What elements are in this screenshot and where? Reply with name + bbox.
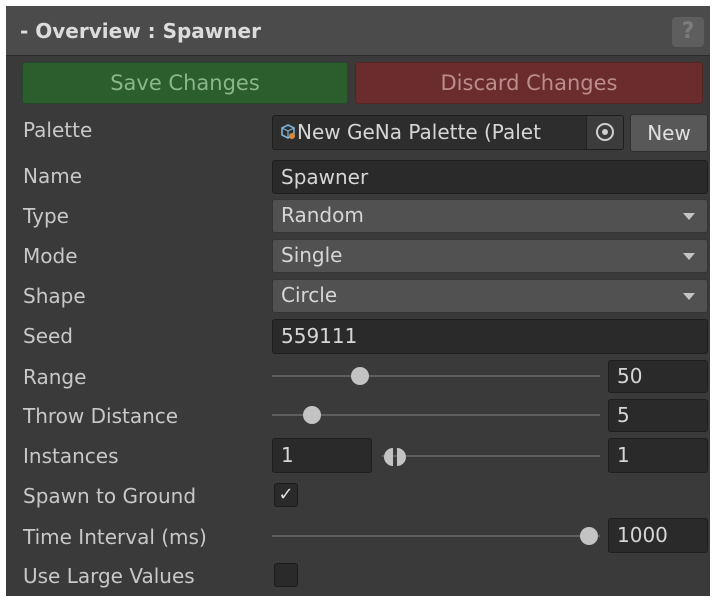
time-interval-slider-handle[interactable] bbox=[580, 527, 598, 545]
dropdown-arrow-icon bbox=[683, 293, 695, 300]
spawn-to-ground-checkbox[interactable]: ✓ bbox=[274, 483, 298, 507]
instances-min-input[interactable]: 1 bbox=[272, 438, 372, 473]
instances-label: Instances bbox=[23, 444, 119, 468]
mode-label: Mode bbox=[23, 244, 78, 268]
dropdown-arrow-icon bbox=[683, 213, 695, 220]
use-large-values-label: Use Large Values bbox=[23, 564, 195, 588]
discard-changes-button[interactable]: Discard Changes bbox=[355, 62, 703, 104]
minmax-slider-handle-icon[interactable] bbox=[382, 447, 408, 467]
use-large-values-checkbox[interactable] bbox=[274, 563, 298, 587]
range-input[interactable]: 50 bbox=[608, 360, 708, 393]
new-palette-button[interactable]: New bbox=[630, 114, 708, 152]
spawn-to-ground-label: Spawn to Ground bbox=[23, 484, 197, 508]
palette-value: New GeNa Palette (Palet bbox=[297, 120, 541, 144]
seed-label: Seed bbox=[23, 324, 73, 348]
range-label: Range bbox=[23, 365, 87, 389]
save-changes-button[interactable]: Save Changes bbox=[22, 62, 348, 104]
mode-dropdown[interactable]: Single bbox=[272, 239, 708, 273]
range-slider-handle[interactable] bbox=[351, 367, 369, 385]
type-label: Type bbox=[23, 204, 69, 228]
mode-value: Single bbox=[281, 243, 343, 267]
type-value: Random bbox=[281, 203, 364, 227]
spawner-overview-panel: - Overview : Spawner ? Save Changes Disc… bbox=[6, 6, 710, 596]
overview-header[interactable]: - Overview : Spawner ? bbox=[6, 6, 710, 56]
dropdown-arrow-icon bbox=[683, 253, 695, 260]
type-dropdown[interactable]: Random bbox=[272, 199, 708, 233]
overview-title: - Overview : Spawner bbox=[20, 19, 261, 43]
instances-max-input[interactable]: 1 bbox=[608, 438, 708, 473]
shape-dropdown[interactable]: Circle bbox=[272, 279, 708, 313]
time-interval-input[interactable]: 1000 bbox=[608, 518, 708, 553]
seed-input[interactable]: 559111 bbox=[272, 319, 708, 354]
palette-object-field[interactable]: New GeNa Palette (Palet bbox=[272, 115, 624, 150]
shape-value: Circle bbox=[281, 283, 338, 307]
throw-distance-slider-track[interactable] bbox=[272, 414, 600, 416]
name-label: Name bbox=[23, 164, 83, 188]
throw-distance-slider-handle[interactable] bbox=[303, 406, 321, 424]
shape-label: Shape bbox=[23, 284, 86, 308]
palette-asset-icon bbox=[281, 124, 295, 139]
instances-minmax-track[interactable] bbox=[382, 455, 600, 457]
object-picker-icon[interactable] bbox=[586, 116, 623, 149]
palette-label: Palette bbox=[23, 118, 93, 142]
time-interval-label: Time Interval (ms) bbox=[23, 525, 207, 549]
throw-distance-label: Throw Distance bbox=[23, 404, 179, 428]
help-icon[interactable]: ? bbox=[672, 17, 704, 47]
name-input[interactable]: Spawner bbox=[272, 160, 708, 194]
time-interval-slider-track[interactable] bbox=[272, 535, 600, 537]
range-slider-track[interactable] bbox=[272, 375, 600, 377]
throw-distance-input[interactable]: 5 bbox=[608, 399, 708, 432]
